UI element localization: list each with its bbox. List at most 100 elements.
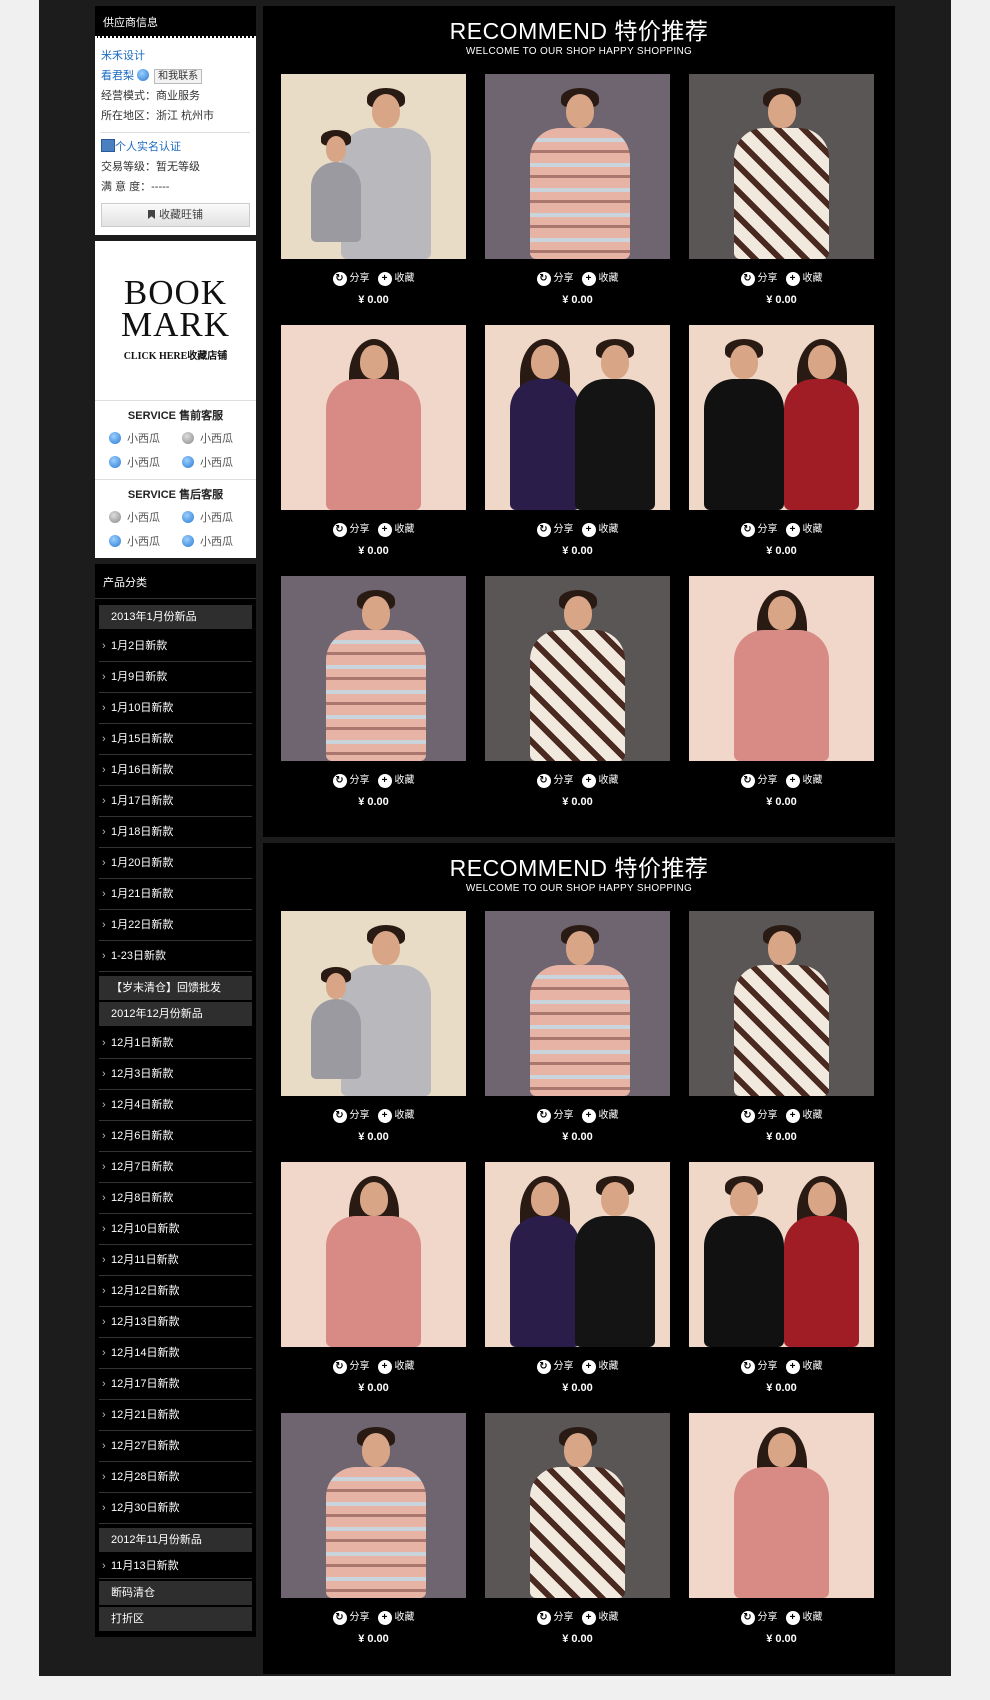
collect-button[interactable]: + 收藏 — [581, 269, 619, 286]
product-image[interactable] — [689, 1413, 874, 1598]
category-group[interactable]: 【岁末清仓】回馈批发 — [99, 976, 252, 1000]
share-button[interactable]: ↻ 分享 — [536, 1608, 574, 1625]
category-group[interactable]: 2012年11月份新品 — [99, 1528, 252, 1552]
collect-button[interactable]: + 收藏 — [377, 771, 415, 788]
product-image[interactable] — [485, 911, 670, 1096]
share-button[interactable]: ↻ 分享 — [536, 1106, 574, 1123]
supplier-name-link[interactable]: 米禾设计 — [101, 50, 145, 62]
collect-button[interactable]: + 收藏 — [785, 1106, 823, 1123]
bookmark-banner[interactable]: BOOK MARK CLICK HERE收藏店铺 — [95, 241, 256, 401]
collect-button[interactable]: + 收藏 — [785, 520, 823, 537]
category-item[interactable]: 12月17日新款 — [99, 1369, 252, 1400]
presale-agent[interactable]: 小西瓜 — [109, 427, 182, 451]
category-item[interactable]: 1月9日新款 — [99, 662, 252, 693]
category-item[interactable]: 12月27日新款 — [99, 1431, 252, 1462]
collect-button[interactable]: + 收藏 — [581, 771, 619, 788]
certification-link[interactable]: 个人实名认证 — [115, 141, 181, 153]
product-image[interactable] — [689, 911, 874, 1096]
collect-button[interactable]: + 收藏 — [581, 1357, 619, 1374]
supplier-contact-name[interactable]: 看君梨 — [101, 70, 134, 82]
contact-me-button[interactable]: 和我联系 — [154, 69, 203, 84]
category-item[interactable]: 1-23日新款 — [99, 941, 252, 972]
category-group[interactable]: 2012年12月份新品 — [99, 1002, 252, 1026]
presale-agent[interactable]: 小西瓜 — [182, 427, 255, 451]
category-item[interactable]: 12月14日新款 — [99, 1338, 252, 1369]
share-button[interactable]: ↻ 分享 — [332, 1357, 370, 1374]
collect-button[interactable]: + 收藏 — [377, 1106, 415, 1123]
collect-button[interactable]: + 收藏 — [377, 520, 415, 537]
category-group[interactable]: 2013年1月份新品 — [99, 605, 252, 629]
favorite-shop-button[interactable]: 收藏旺铺 — [101, 203, 250, 227]
category-item[interactable]: 12月12日新款 — [99, 1276, 252, 1307]
share-button[interactable]: ↻ 分享 — [740, 269, 778, 286]
collect-button[interactable]: + 收藏 — [581, 1106, 619, 1123]
category-item[interactable]: 1月2日新款 — [99, 631, 252, 662]
share-button[interactable]: ↻ 分享 — [332, 520, 370, 537]
category-item[interactable]: 12月28日新款 — [99, 1462, 252, 1493]
share-button[interactable]: ↻ 分享 — [332, 771, 370, 788]
category-group[interactable]: 断码清仓 — [99, 1581, 252, 1605]
aftersale-agent[interactable]: 小西瓜 — [109, 530, 182, 554]
product-image[interactable] — [689, 74, 874, 259]
product-image[interactable] — [281, 911, 466, 1096]
share-button[interactable]: ↻ 分享 — [536, 771, 574, 788]
product-image[interactable] — [485, 1162, 670, 1347]
aftersale-agent[interactable]: 小西瓜 — [182, 506, 255, 530]
product-image[interactable] — [485, 576, 670, 761]
share-button[interactable]: ↻ 分享 — [740, 1608, 778, 1625]
category-item[interactable]: 12月8日新款 — [99, 1183, 252, 1214]
category-group[interactable]: 打折区 — [99, 1607, 252, 1631]
presale-agent[interactable]: 小西瓜 — [182, 451, 255, 475]
product-image[interactable] — [485, 325, 670, 510]
product-image[interactable] — [281, 576, 466, 761]
collect-button[interactable]: + 收藏 — [785, 1357, 823, 1374]
product-image[interactable] — [689, 1162, 874, 1347]
category-item[interactable]: 12月6日新款 — [99, 1121, 252, 1152]
category-item[interactable]: 12月11日新款 — [99, 1245, 252, 1276]
collect-button[interactable]: + 收藏 — [785, 269, 823, 286]
category-item[interactable]: 11月13日新款 — [99, 1554, 252, 1579]
product-image[interactable] — [281, 1162, 466, 1347]
share-button[interactable]: ↻ 分享 — [332, 1608, 370, 1625]
product-image[interactable] — [689, 325, 874, 510]
category-item[interactable]: 12月1日新款 — [99, 1028, 252, 1059]
category-item[interactable]: 1月16日新款 — [99, 755, 252, 786]
aftersale-agent[interactable]: 小西瓜 — [109, 506, 182, 530]
product-image[interactable] — [485, 1413, 670, 1598]
category-item[interactable]: 12月30日新款 — [99, 1493, 252, 1524]
product-image[interactable] — [485, 74, 670, 259]
collect-button[interactable]: + 收藏 — [785, 771, 823, 788]
category-item[interactable]: 1月10日新款 — [99, 693, 252, 724]
share-button[interactable]: ↻ 分享 — [740, 1106, 778, 1123]
share-button[interactable]: ↻ 分享 — [740, 520, 778, 537]
category-item[interactable]: 1月18日新款 — [99, 817, 252, 848]
product-image[interactable] — [281, 74, 466, 259]
aftersale-agent[interactable]: 小西瓜 — [182, 530, 255, 554]
collect-button[interactable]: + 收藏 — [785, 1608, 823, 1625]
collect-button[interactable]: + 收藏 — [581, 1608, 619, 1625]
category-item[interactable]: 1月15日新款 — [99, 724, 252, 755]
share-button[interactable]: ↻ 分享 — [536, 269, 574, 286]
product-image[interactable] — [689, 576, 874, 761]
category-item[interactable]: 12月4日新款 — [99, 1090, 252, 1121]
category-item[interactable]: 1月17日新款 — [99, 786, 252, 817]
share-button[interactable]: ↻ 分享 — [536, 520, 574, 537]
product-image[interactable] — [281, 1413, 466, 1598]
category-item[interactable]: 12月13日新款 — [99, 1307, 252, 1338]
collect-button[interactable]: + 收藏 — [581, 520, 619, 537]
share-button[interactable]: ↻ 分享 — [536, 1357, 574, 1374]
category-item[interactable]: 1月21日新款 — [99, 879, 252, 910]
product-image[interactable] — [281, 325, 466, 510]
share-button[interactable]: ↻ 分享 — [332, 1106, 370, 1123]
category-item[interactable]: 1月20日新款 — [99, 848, 252, 879]
category-item[interactable]: 12月7日新款 — [99, 1152, 252, 1183]
collect-button[interactable]: + 收藏 — [377, 269, 415, 286]
category-item[interactable]: 1月22日新款 — [99, 910, 252, 941]
share-button[interactable]: ↻ 分享 — [740, 1357, 778, 1374]
wangwang-icon[interactable] — [137, 69, 150, 81]
category-item[interactable]: 12月3日新款 — [99, 1059, 252, 1090]
share-button[interactable]: ↻ 分享 — [740, 771, 778, 788]
presale-agent[interactable]: 小西瓜 — [109, 451, 182, 475]
share-button[interactable]: ↻ 分享 — [332, 269, 370, 286]
collect-button[interactable]: + 收藏 — [377, 1608, 415, 1625]
